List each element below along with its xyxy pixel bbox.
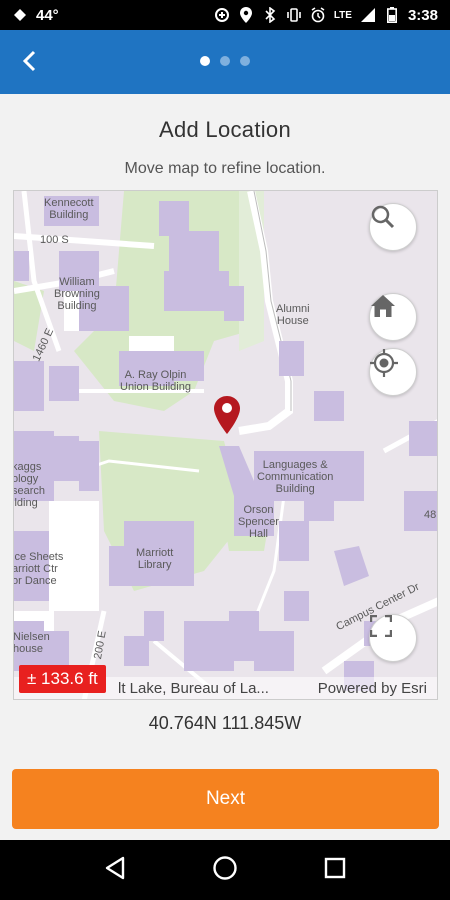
signal-icon [360, 7, 376, 23]
instruction-text: Move map to refine location. [124, 160, 326, 177]
page-indicator [0, 56, 450, 66]
page-dot-2 [220, 56, 230, 66]
page-dot-1 [200, 56, 210, 66]
map-label-william-browning: William Browning Building [54, 276, 100, 312]
network-type: LTE [333, 9, 352, 21]
nav-back-button[interactable] [95, 850, 135, 890]
temperature: 44° [36, 6, 59, 24]
nav-home-button[interactable] [205, 850, 245, 890]
nav-recents-button[interactable] [315, 850, 355, 890]
system-nav-bar [0, 840, 450, 900]
battery-icon [384, 7, 400, 23]
map-label-orson-spencer: Orson Spencer Hall [238, 504, 279, 540]
map-label-nielsen: Nielsen house [13, 631, 50, 655]
home-circle-icon [212, 855, 238, 886]
status-bar: 44° LTE 3:38 [0, 0, 450, 30]
accuracy-badge: ± 133.6 ft [19, 665, 106, 693]
map-label-languages-communication: Languages & Communication Building [257, 459, 334, 495]
page-dot-3 [240, 56, 250, 66]
map-view[interactable]: Kennecott Building 100 S William Brownin… [13, 190, 438, 700]
notification-icon [12, 7, 28, 23]
alarm-icon [310, 7, 326, 23]
recents-square-icon [324, 857, 346, 884]
map-label-skaggs: kaggs ology search ilding [13, 461, 46, 509]
location-icon [238, 7, 254, 23]
map-fullscreen-button[interactable] [369, 614, 417, 662]
map-label-kennecott: Kennecott Building [44, 197, 94, 221]
map-label-sheets-marriott-dance: ice Sheets arriott Ctr or Dance [13, 551, 64, 587]
map-label-100s: 100 S [40, 234, 69, 246]
map-label-marriott-library: Marriott Library [136, 547, 174, 571]
map-home-button[interactable] [369, 293, 417, 341]
map-label-alumni-house: Alumni House [276, 303, 310, 327]
map-label-olpin-union: A. Ray Olpin Union Building [120, 369, 191, 393]
attribution-source: lt Lake, Bureau of La... [118, 679, 269, 697]
vibrate-icon [286, 7, 302, 23]
back-triangle-icon [104, 856, 126, 885]
bluetooth-icon [262, 7, 278, 23]
attribution-powered-by[interactable]: Powered by Esri [318, 680, 427, 697]
data-saver-icon [214, 7, 230, 23]
map-locate-button[interactable] [369, 348, 417, 396]
coordinates-readout: 40.764N 111.845W [148, 713, 302, 733]
map-label-48: 48 [424, 509, 437, 521]
clock: 3:38 [407, 6, 438, 24]
next-button[interactable]: Next [12, 769, 439, 829]
page-title: Add Location [158, 117, 292, 142]
map-search-button[interactable] [369, 203, 417, 251]
app-bar [0, 30, 450, 94]
